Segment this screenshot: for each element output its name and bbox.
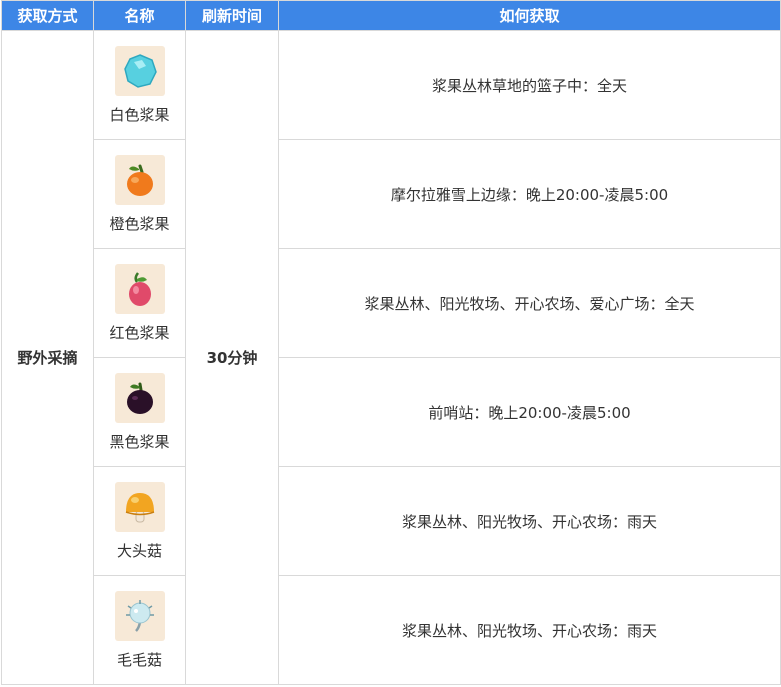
how-cell: 前哨站：晚上20:00-凌晨5:00	[278, 357, 781, 467]
table-row: 大头菇 浆果丛林、阳光牧场、开心农场：雨天	[2, 466, 781, 576]
red-berry-icon	[114, 263, 165, 314]
item-name: 橙色浆果	[109, 214, 170, 233]
header-refresh: 刷新时间	[185, 0, 279, 31]
name-cell: 橙色浆果	[93, 139, 186, 249]
white-berry-icon	[114, 45, 165, 96]
name-cell: 毛毛菇	[93, 575, 186, 685]
header-method: 获取方式	[1, 0, 94, 31]
how-cell: 摩尔拉雅雪上边缘：晚上20:00-凌晨5:00	[278, 139, 781, 249]
item-name: 大头菇	[116, 541, 162, 560]
how-cell: 浆果丛林、阳光牧场、开心农场：雨天	[278, 466, 781, 576]
how-cell: 浆果丛林、阳光牧场、开心农场：雨天	[278, 575, 781, 685]
table-row: 毛毛菇 浆果丛林、阳光牧场、开心农场：雨天	[2, 575, 781, 685]
table-row: 橙色浆果 摩尔拉雅雪上边缘：晚上20:00-凌晨5:00	[2, 139, 781, 249]
item-name: 黑色浆果	[109, 432, 170, 451]
method-cell: 野外采摘	[1, 30, 94, 685]
item-name: 毛毛菇	[116, 650, 162, 669]
big-head-mushroom-icon	[114, 481, 165, 532]
header-name: 名称	[93, 0, 186, 31]
header-row: 获取方式 名称 刷新时间 如何获取	[1, 0, 781, 31]
orange-berry-icon	[114, 154, 165, 205]
table-row: 红色浆果 浆果丛林、阳光牧场、开心农场、爱心广场：全天	[2, 248, 781, 358]
refresh-cell: 30分钟	[185, 30, 279, 685]
how-cell: 浆果丛林、阳光牧场、开心农场、爱心广场：全天	[278, 248, 781, 358]
header-how: 如何获取	[278, 0, 781, 31]
table-row: 黑色浆果 前哨站：晚上20:00-凌晨5:00	[2, 357, 781, 467]
item-name: 白色浆果	[109, 105, 170, 124]
how-cell: 浆果丛林草地的篮子中：全天	[278, 30, 781, 140]
item-name: 红色浆果	[109, 323, 170, 342]
fuzzy-mushroom-icon	[114, 590, 165, 641]
name-cell: 黑色浆果	[93, 357, 186, 467]
name-cell: 大头菇	[93, 466, 186, 576]
table-row: 野外采摘 白色浆果 30分钟 浆果丛林草地的篮子中：全天	[1, 30, 781, 685]
black-berry-icon	[114, 372, 165, 423]
name-cell: 白色浆果	[93, 30, 186, 140]
name-cell: 红色浆果	[93, 248, 186, 358]
berry-table: 获取方式 名称 刷新时间 如何获取 野外采摘 白色浆果 30分钟 浆果丛林草地的…	[1, 0, 781, 685]
